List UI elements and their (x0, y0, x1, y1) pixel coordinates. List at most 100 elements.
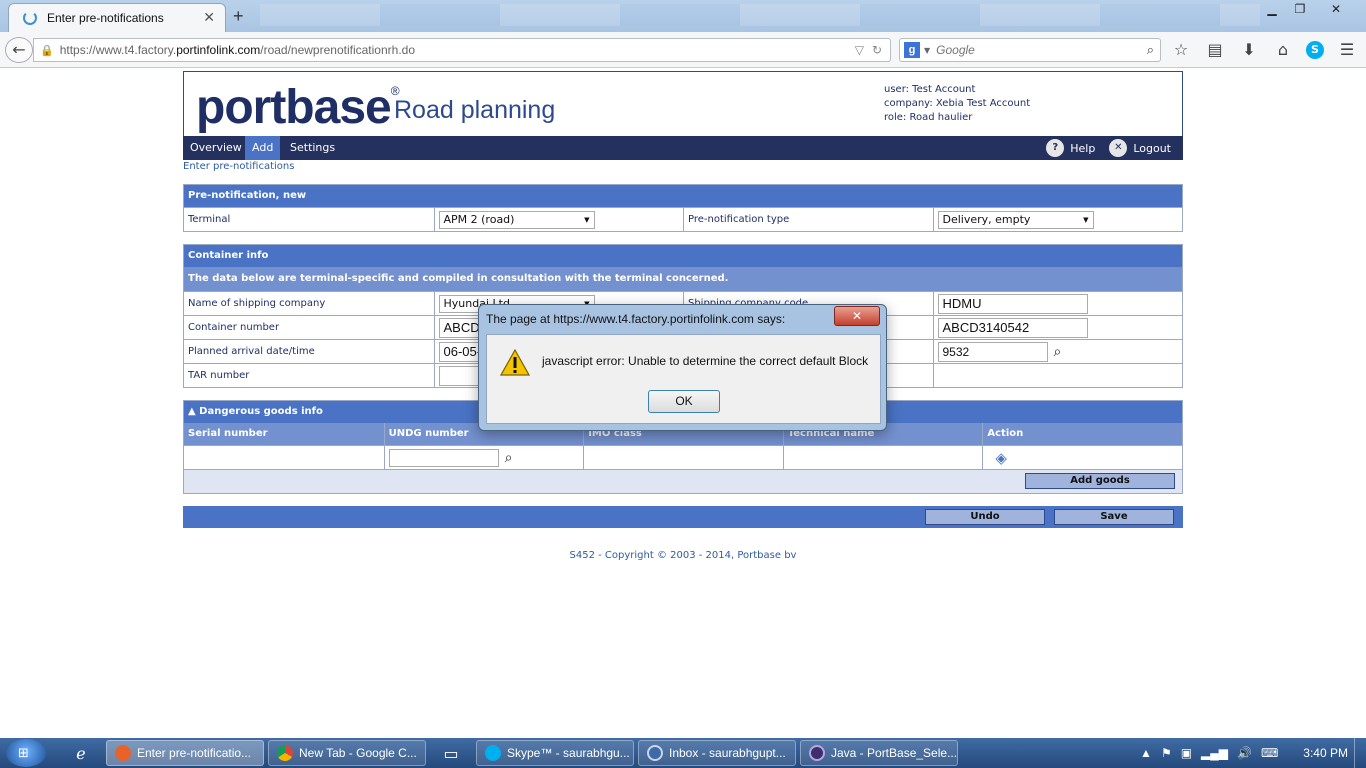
help-link[interactable]: ? Help (1046, 139, 1095, 157)
cube-action-icon[interactable]: ◈ (995, 449, 1007, 467)
dialog-close-button[interactable]: ✕ (834, 306, 880, 326)
reload-icon[interactable]: ↻ (872, 43, 882, 57)
back-arrow-icon[interactable]: ← (5, 37, 33, 63)
taskbar-item-eclipse[interactable]: Java - PortBase_Sele... (800, 740, 958, 766)
tab-title: Enter pre-notifications (47, 11, 164, 25)
menu-icon[interactable]: ☰ (1336, 40, 1358, 60)
undo-button[interactable]: Undo (925, 509, 1045, 525)
help-label: Help (1070, 141, 1096, 155)
window-controls: ▁ ❐ ✕ (1258, 0, 1358, 18)
container-number-confirm-input[interactable]: ABCD3140542 (937, 317, 1088, 338)
background-window-blur (260, 4, 1260, 26)
terminal-label: Terminal (184, 208, 434, 231)
column-serial-number: Serial number (188, 428, 268, 439)
restore-button[interactable]: ❐ (1286, 0, 1314, 18)
type-cell: Delivery, empty ▼ (932, 208, 1182, 231)
breadcrumb[interactable]: Enter pre-notifications (183, 160, 1183, 178)
collapse-triangle-icon: ▲ (188, 406, 200, 417)
windows-logo-icon: ⊞ (18, 746, 29, 761)
action-bar: Undo Save (183, 506, 1183, 528)
new-tab-button[interactable]: + (233, 6, 244, 27)
arrival-label-text: Planned arrival date/time (188, 346, 315, 357)
taskbar-item-firefox[interactable]: Enter pre-notificatio... (106, 740, 264, 766)
window-close-button[interactable]: ✕ (1314, 0, 1358, 18)
taskbar-item-label: Inbox - saurabhgupt... (669, 746, 786, 760)
skype-icon (485, 745, 501, 761)
search-icon[interactable]: ⌕ (505, 450, 513, 466)
bookmark-star-icon[interactable]: ☆ (1170, 40, 1192, 60)
taskbar-item-label: Enter pre-notificatio... (137, 746, 252, 760)
skype-icon[interactable]: S (1306, 41, 1324, 59)
shipping-code-input[interactable]: HDMU (937, 293, 1088, 314)
search-box[interactable]: g ▼ ⌕ (899, 38, 1161, 62)
show-desktop-button[interactable] (1354, 738, 1366, 768)
container-subtitle: The data below are terminal-specific and… (184, 267, 1182, 291)
user-info: user: Test Account company: Xebia Test A… (884, 83, 1030, 125)
url-dropdown-icon[interactable]: ▽ (855, 43, 864, 57)
search-icon[interactable]: ⌕ (1147, 43, 1154, 58)
copyright-text: S452 - Copyright © 2003 - 2014, Portbase… (569, 550, 797, 561)
device-icon[interactable]: ▣ (1181, 746, 1192, 760)
network-icon[interactable]: ▂▄▆ (1201, 746, 1228, 760)
menu-right: ? Help ✕ Logout (1046, 139, 1171, 157)
portbase-logo: portbase® (196, 80, 400, 135)
menu-settings[interactable]: Settings (283, 136, 342, 160)
page-header: portbase® Road planning user: Test Accou… (183, 71, 1183, 136)
url-bar[interactable]: 🔒 https://www.t4.factory.portinfolink.co… (33, 38, 891, 62)
container-title: Container info (184, 245, 1182, 267)
keyboard-icon[interactable]: ⌨ (1261, 746, 1278, 760)
tar-label: TAR number (184, 364, 434, 387)
volume-icon[interactable]: 🔊 (1237, 746, 1252, 760)
terminal-label-text: Terminal (188, 214, 231, 225)
dialog-title: The page at https://www.t4.factory.porti… (486, 312, 786, 326)
file-explorer-icon[interactable]: ▭ (430, 739, 472, 767)
lock-icon: 🔒 (40, 43, 54, 57)
arrival-right-cell: 9532 ⌕ (932, 340, 1182, 363)
help-icon: ? (1046, 139, 1065, 157)
browser-tab-active[interactable]: Enter pre-notifications ✕ (8, 3, 226, 32)
clock[interactable]: 3:40 PM (1303, 746, 1348, 760)
internet-explorer-icon[interactable]: ℯ (60, 739, 102, 767)
url-suffix: /road/newprenotificationrh.do (260, 43, 415, 57)
download-icon[interactable]: ⬇ (1238, 40, 1260, 60)
firefox-icon (115, 745, 131, 761)
type-label: Pre-notification type (683, 208, 933, 231)
logout-link[interactable]: ✕ Logout (1109, 139, 1171, 157)
container-number-confirm-cell: ABCD3140542 (932, 316, 1182, 339)
engine-dropdown-icon[interactable]: ▼ (924, 46, 930, 55)
url-text[interactable]: https://www.t4.factory.portinfolink.com/… (60, 43, 855, 57)
start-button[interactable]: ⊞ (6, 739, 46, 767)
menu-overview[interactable]: Overview (183, 136, 249, 160)
terminal-select[interactable]: APM 2 (road) ▼ (438, 210, 595, 229)
user-role: role: Road haulier (884, 112, 973, 123)
chevron-down-icon: ▼ (1083, 215, 1089, 224)
taskbar-item-skype[interactable]: Skype™ - saurabhgu... (476, 740, 634, 766)
dialog-message: javascript error: Unable to determine th… (542, 354, 869, 368)
type-value: Delivery, empty (942, 213, 1031, 226)
save-button[interactable]: Save (1054, 509, 1174, 525)
tar-empty-cell (932, 364, 1182, 387)
home-icon[interactable]: ⌂ (1272, 40, 1294, 60)
flag-action-center-icon[interactable]: ⚑ (1161, 746, 1172, 760)
taskbar-item-thunderbird[interactable]: Inbox - saurabhgupt... (638, 740, 796, 766)
minimize-button[interactable]: ▁ (1258, 0, 1286, 18)
terminal-row: Terminal APM 2 (road) ▼ Pre-notification … (184, 207, 1182, 231)
taskbar-item-label: New Tab - Google C... (299, 746, 417, 760)
type-select[interactable]: Delivery, empty ▼ (937, 210, 1094, 229)
search-icon[interactable]: ⌕ (1054, 344, 1062, 360)
shipping-company-label: Name of shipping company (184, 292, 434, 315)
search-input[interactable] (936, 43, 1147, 57)
tab-close-icon[interactable]: ✕ (203, 10, 215, 26)
taskbar-item-chrome[interactable]: New Tab - Google C... (268, 740, 426, 766)
undg-number-input[interactable] (388, 448, 499, 467)
menu-add[interactable]: Add (245, 136, 281, 160)
tray-expand-icon[interactable]: ▲ (1140, 746, 1152, 760)
ok-button[interactable]: OK (648, 390, 720, 413)
arrival-label: Planned arrival date/time (184, 340, 434, 363)
block-input[interactable]: 9532 (937, 341, 1048, 362)
action-cell: ◈ (982, 446, 1182, 469)
add-goods-button[interactable]: Add goods (1025, 473, 1175, 489)
shipping-code-cell: HDMU (932, 292, 1182, 315)
reading-list-icon[interactable]: ▤ (1204, 40, 1226, 60)
google-engine-icon[interactable]: g (904, 42, 920, 58)
